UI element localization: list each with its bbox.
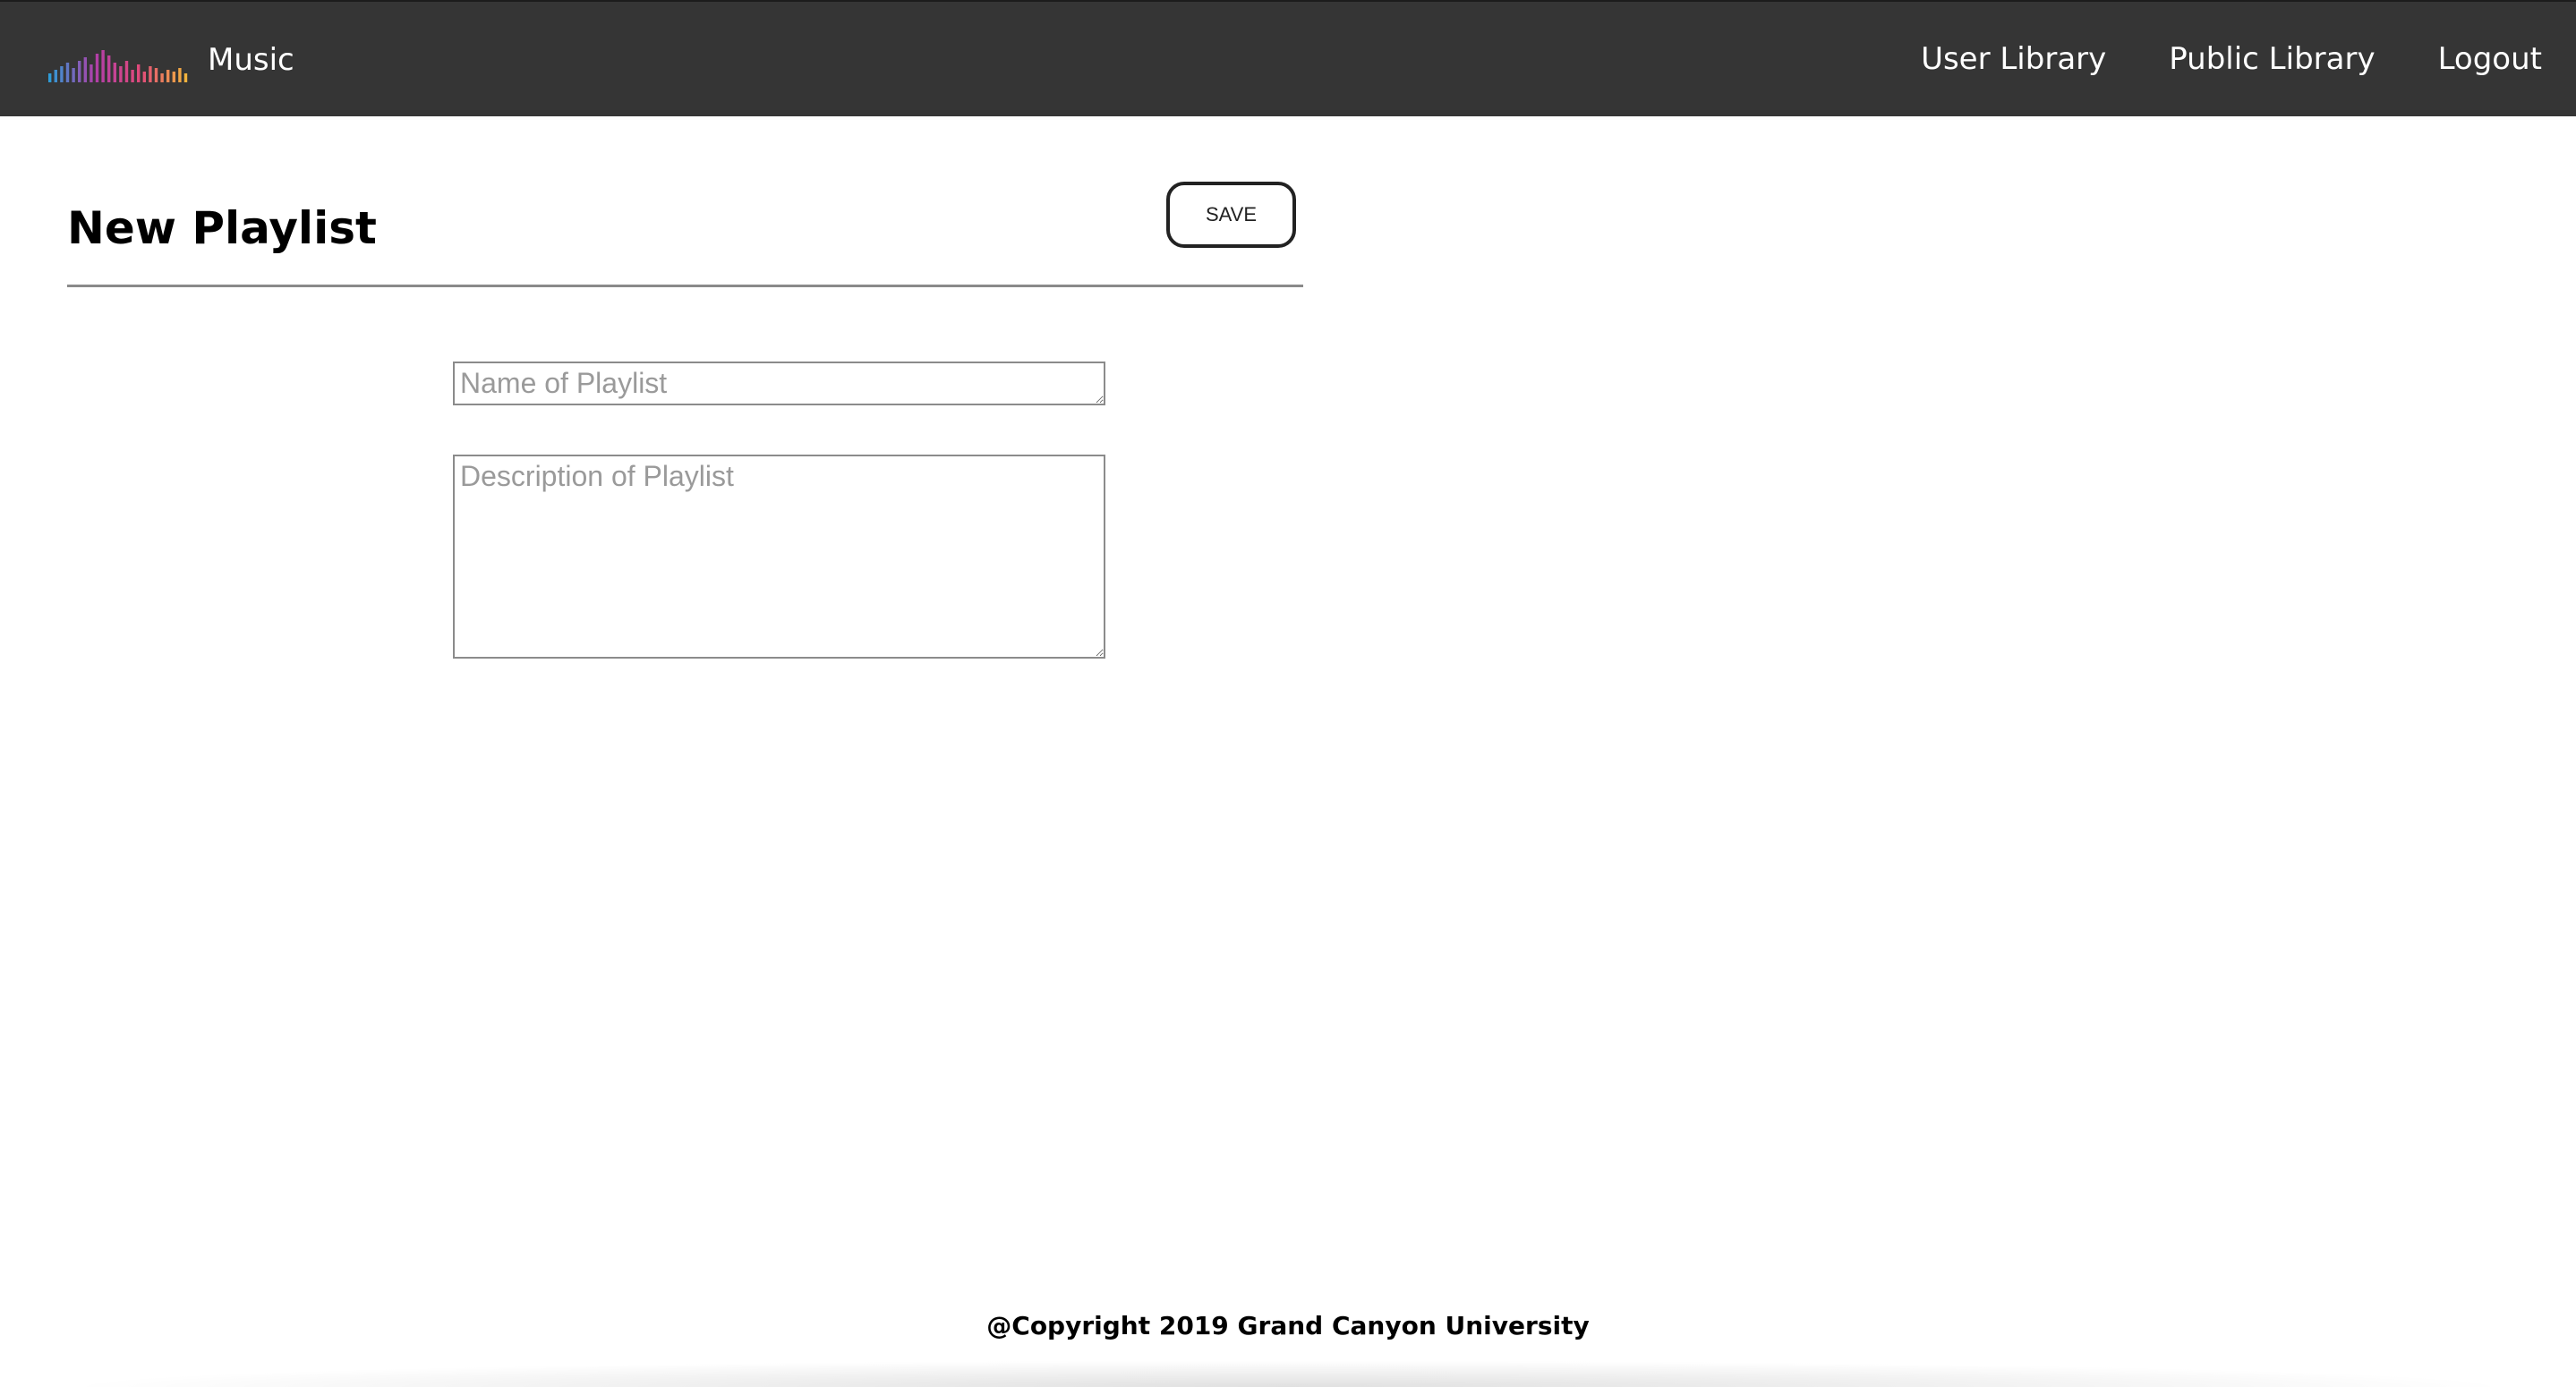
page-title: New Playlist xyxy=(67,202,377,254)
logo-bar xyxy=(90,64,93,82)
logo-bar xyxy=(95,54,99,82)
logo-bar xyxy=(154,68,158,82)
logo-bar xyxy=(124,61,129,82)
logo-bar xyxy=(54,70,57,82)
logo-bar xyxy=(172,72,175,82)
footer-copyright: @Copyright 2019 Grand Canyon University xyxy=(986,1311,1590,1340)
nav-link-user-library[interactable]: User Library xyxy=(1921,34,2106,84)
logo-bar xyxy=(119,66,123,82)
logo-bar xyxy=(65,63,70,82)
save-button[interactable]: SAVE xyxy=(1166,182,1296,248)
equalizer-logo-icon xyxy=(48,50,188,82)
logo-bar xyxy=(83,57,87,82)
logo-bar xyxy=(137,64,141,82)
logo-bar xyxy=(166,70,170,82)
playlist-description-input[interactable] xyxy=(453,455,1105,659)
logo-bar xyxy=(131,70,134,82)
logo-bar xyxy=(107,55,111,82)
brand[interactable]: Music xyxy=(47,38,294,82)
logo-bar xyxy=(113,63,116,82)
logo-bar xyxy=(60,66,64,82)
nav-link-logout[interactable]: Logout xyxy=(2438,34,2542,84)
logo-bar xyxy=(78,61,81,82)
logo-bar xyxy=(178,68,182,82)
nav-links: User Library Public Library Logout xyxy=(1921,34,2542,84)
footer-shadow xyxy=(54,1360,2522,1387)
top-navbar: Music User Library Public Library Logout xyxy=(0,0,2576,116)
logo-bar xyxy=(149,66,152,82)
logo-bar xyxy=(160,73,164,82)
playlist-name-input[interactable] xyxy=(453,362,1105,405)
logo-bar xyxy=(72,68,75,82)
logo-bar xyxy=(48,73,52,82)
title-divider xyxy=(67,285,1303,287)
nav-link-public-library[interactable]: Public Library xyxy=(2169,34,2375,84)
brand-name: Music xyxy=(208,42,294,78)
logo-bar xyxy=(183,73,188,82)
logo-bar xyxy=(142,72,146,82)
logo-bar xyxy=(101,50,105,82)
